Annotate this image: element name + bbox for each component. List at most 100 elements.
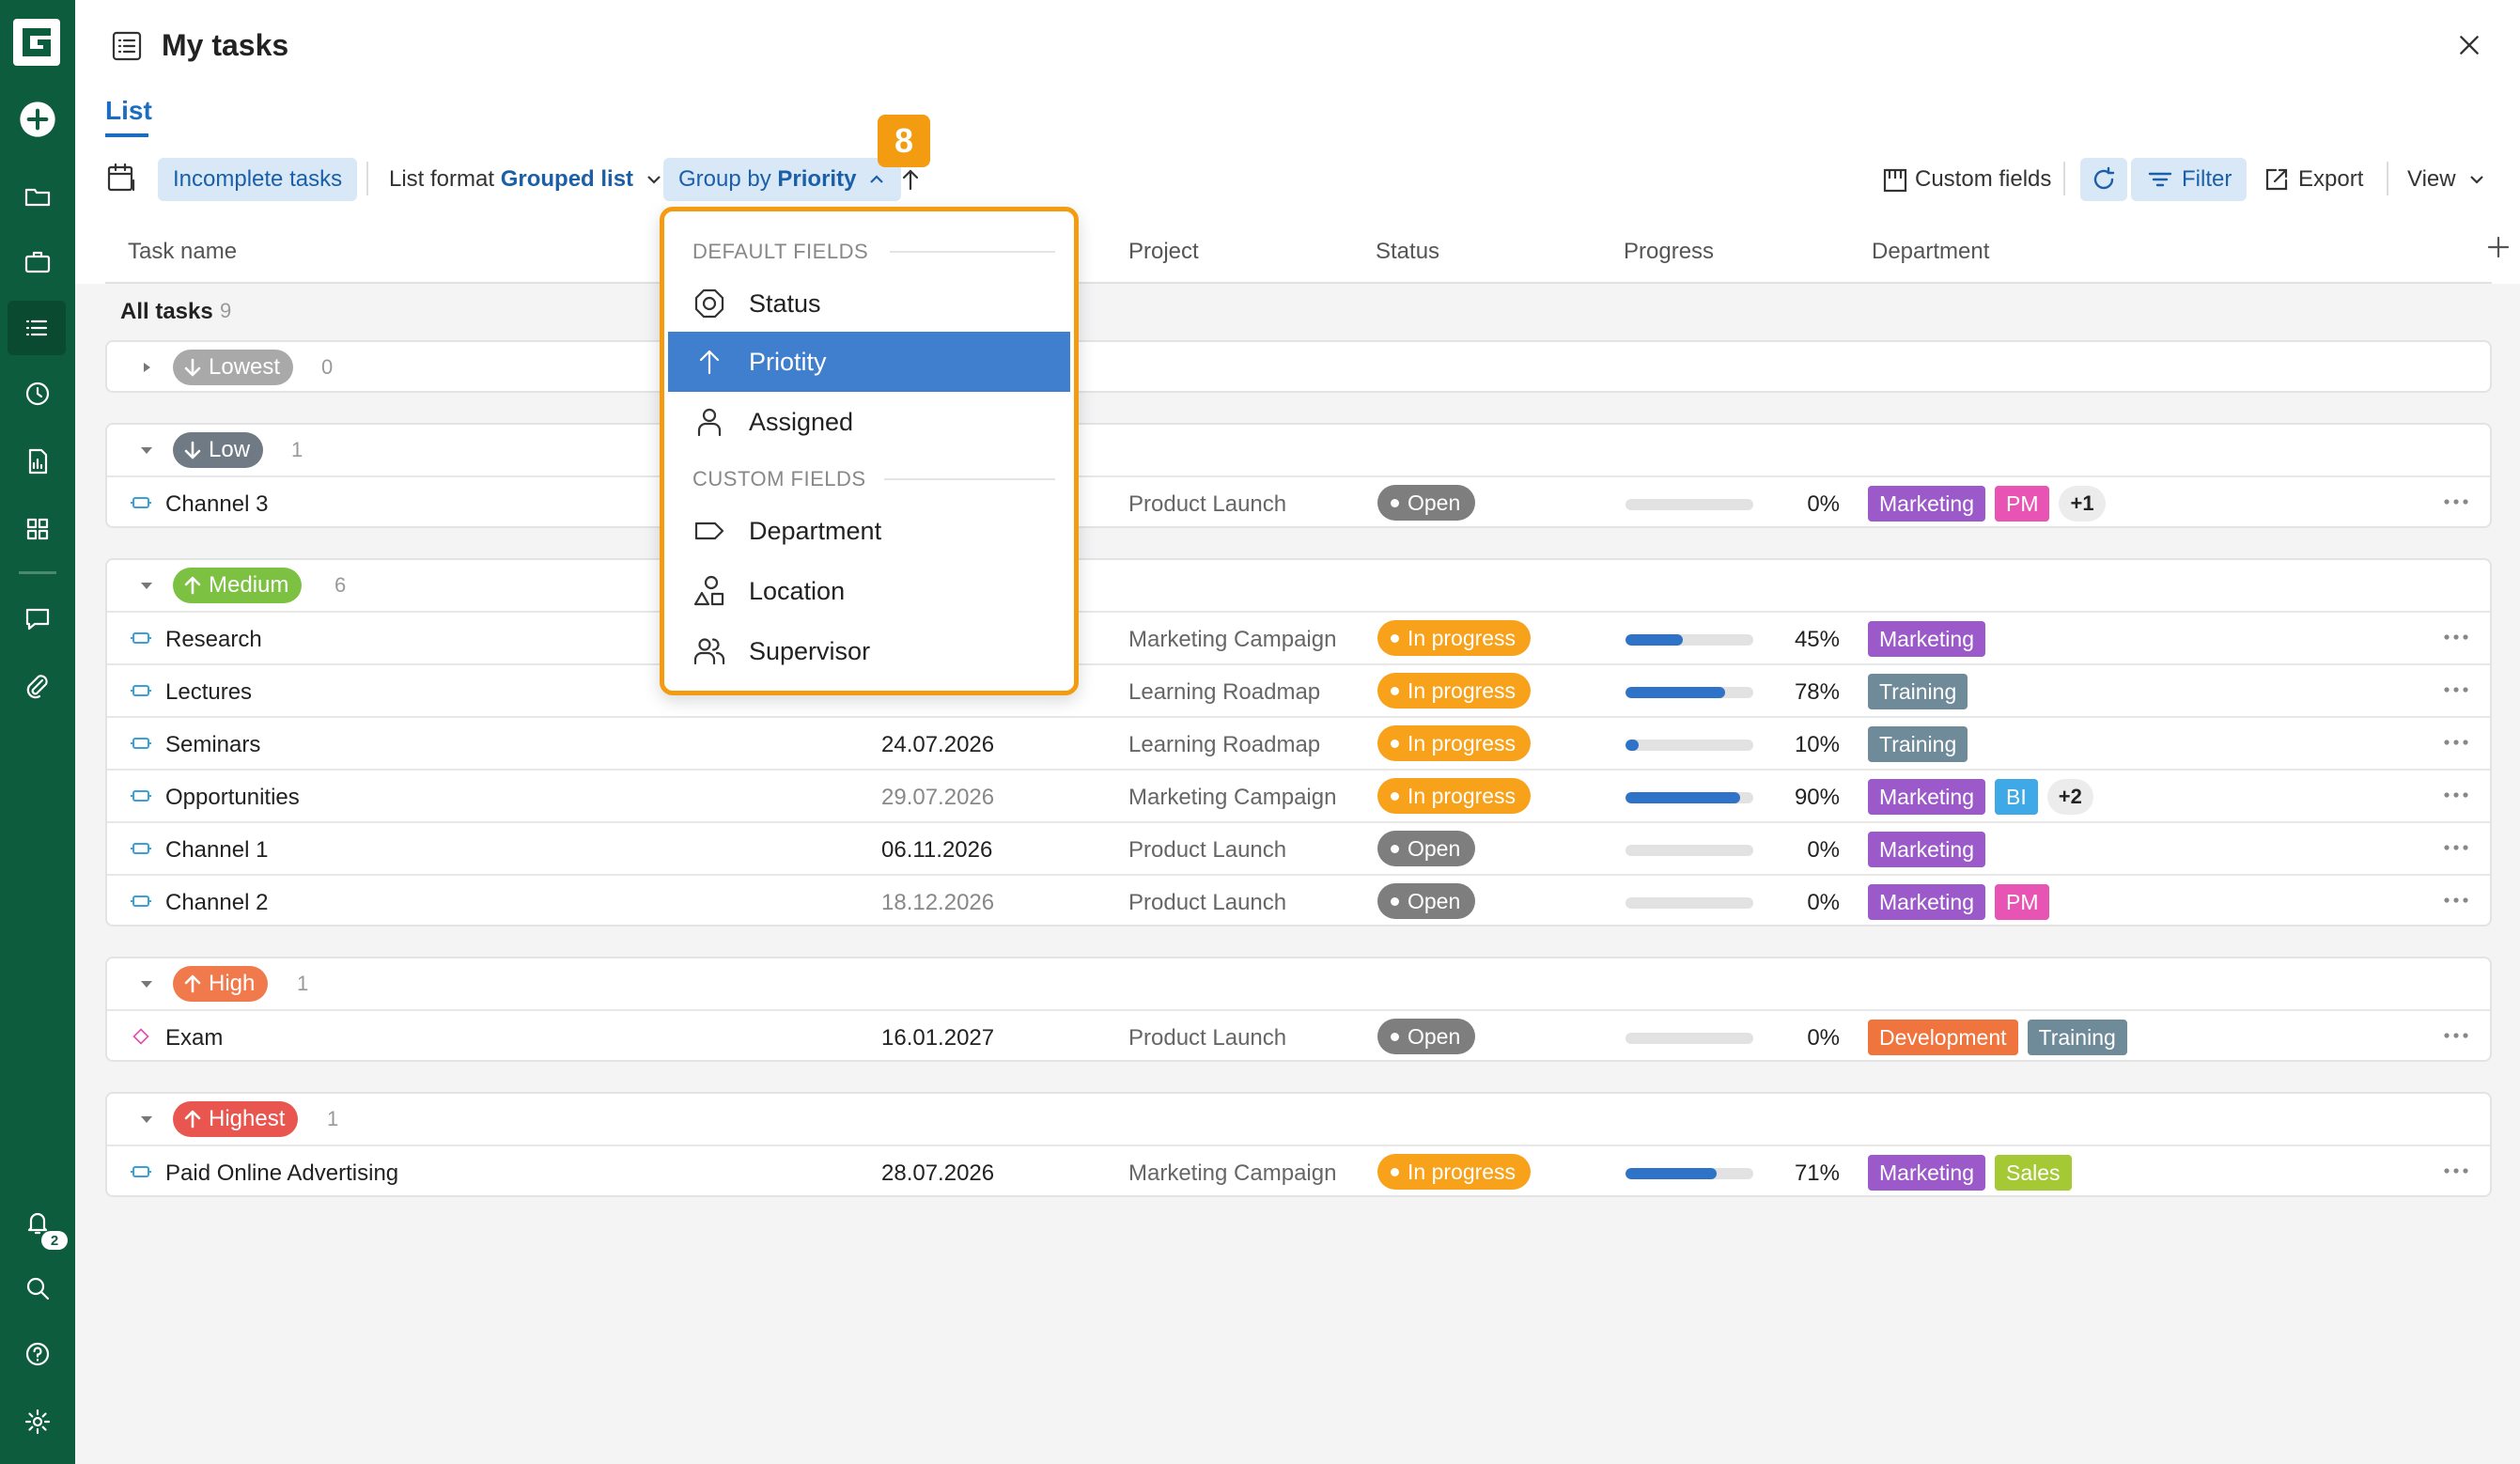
- menu-item-priority[interactable]: Priotity: [668, 332, 1070, 392]
- task-name[interactable]: Seminars: [165, 732, 260, 758]
- department-tag[interactable]: Training: [2027, 1020, 2127, 1055]
- more-options-icon[interactable]: [2437, 1160, 2475, 1182]
- task-row[interactable]: Paid Online Advertising 28.07.2026 Marke…: [107, 1145, 2490, 1197]
- gear-icon[interactable]: [0, 1394, 75, 1449]
- group-header[interactable]: Low 1: [107, 425, 2490, 475]
- status-pill[interactable]: Open: [1377, 485, 1476, 521]
- menu-item-supervisor[interactable]: Supervisor: [668, 621, 1070, 681]
- task-project[interactable]: Learning Roadmap: [1128, 732, 1320, 758]
- more-departments-badge[interactable]: +1: [2059, 486, 2106, 522]
- department-tag[interactable]: Development: [1868, 1020, 2018, 1055]
- status-pill[interactable]: Open: [1377, 883, 1476, 919]
- help-icon[interactable]: [0, 1327, 75, 1381]
- custom-fields-button[interactable]: Custom fields: [1881, 156, 2051, 203]
- task-name[interactable]: Channel 1: [165, 837, 268, 864]
- department-tag[interactable]: Training: [1868, 726, 1968, 762]
- more-options-icon[interactable]: [2437, 731, 2475, 754]
- group-header[interactable]: Highest 1: [107, 1094, 2490, 1145]
- folder-icon[interactable]: [0, 169, 75, 224]
- calendar-icon[interactable]: [105, 162, 137, 194]
- group-header[interactable]: Lowest 0: [107, 342, 2490, 393]
- department-tag[interactable]: Marketing: [1868, 832, 1985, 867]
- menu-item-status[interactable]: Status: [668, 273, 1070, 334]
- status-pill[interactable]: In progress: [1377, 778, 1532, 814]
- department-tag[interactable]: Marketing: [1868, 779, 1985, 815]
- add-icon[interactable]: [0, 92, 75, 147]
- column-progress[interactable]: Progress: [1624, 239, 1714, 265]
- column-department[interactable]: Department: [1872, 239, 1989, 265]
- department-tag[interactable]: Marketing: [1868, 621, 1985, 657]
- task-project[interactable]: Product Launch: [1128, 1025, 1286, 1051]
- department-tag[interactable]: PM: [1994, 486, 2050, 522]
- more-options-icon[interactable]: [2437, 1024, 2475, 1047]
- group-header[interactable]: High 1: [107, 958, 2490, 1009]
- apps-grid-icon[interactable]: [0, 502, 75, 556]
- more-options-icon[interactable]: [2437, 784, 2475, 806]
- add-column-icon[interactable]: [2484, 233, 2512, 261]
- column-status[interactable]: Status: [1376, 239, 1439, 265]
- more-departments-badge[interactable]: +2: [2046, 779, 2093, 815]
- caret-down-icon[interactable]: [137, 441, 156, 459]
- task-project[interactable]: Marketing Campaign: [1128, 627, 1336, 653]
- chat-icon[interactable]: [0, 592, 75, 646]
- report-icon[interactable]: [0, 434, 75, 489]
- group-header[interactable]: Medium 6: [107, 560, 2490, 611]
- tasks-list-icon[interactable]: [8, 301, 66, 355]
- tab-list[interactable]: List: [105, 96, 152, 126]
- task-row[interactable]: Channel 2 18.12.2026 Product Launch Open…: [107, 874, 2490, 927]
- caret-down-icon[interactable]: [137, 1110, 156, 1129]
- more-options-icon[interactable]: [2437, 889, 2475, 911]
- task-row[interactable]: Exam 16.01.2027 Product Launch Open 0% D…: [107, 1009, 2490, 1062]
- task-row[interactable]: Channel 3 Product Launch Open 0% Marketi…: [107, 475, 2490, 528]
- incomplete-tasks-filter-button[interactable]: Incomplete tasks: [158, 158, 358, 201]
- list-format-dropdown[interactable]: List format Grouped list: [389, 156, 663, 203]
- task-row[interactable]: Opportunities 29.07.2026 Marketing Campa…: [107, 769, 2490, 821]
- task-name[interactable]: Opportunities: [165, 785, 300, 811]
- task-project[interactable]: Marketing Campaign: [1128, 785, 1336, 811]
- caret-down-icon[interactable]: [137, 974, 156, 993]
- task-name[interactable]: Channel 3: [165, 491, 268, 518]
- task-name[interactable]: Paid Online Advertising: [165, 1160, 398, 1187]
- task-row[interactable]: Seminars 24.07.2026 Learning Roadmap In …: [107, 716, 2490, 769]
- department-tag[interactable]: Training: [1868, 674, 1968, 709]
- task-name[interactable]: Research: [165, 627, 262, 653]
- more-options-icon[interactable]: [2437, 491, 2475, 513]
- group-by-dropdown[interactable]: Group by Priority: [663, 158, 902, 201]
- department-tag[interactable]: BI: [1994, 779, 2038, 815]
- status-pill[interactable]: In progress: [1377, 673, 1532, 709]
- close-button[interactable]: [2452, 28, 2486, 62]
- caret-right-icon[interactable]: [137, 358, 156, 377]
- attachment-icon[interactable]: [0, 660, 75, 714]
- more-options-icon[interactable]: [2437, 678, 2475, 701]
- status-pill[interactable]: In progress: [1377, 1154, 1532, 1190]
- task-name[interactable]: Lectures: [165, 679, 252, 706]
- caret-down-icon[interactable]: [137, 576, 156, 595]
- menu-item-location[interactable]: Location: [668, 561, 1070, 621]
- refresh-button[interactable]: [2080, 158, 2127, 201]
- task-project[interactable]: Learning Roadmap: [1128, 679, 1320, 706]
- department-tag[interactable]: PM: [1994, 884, 2050, 920]
- sort-ascending-icon[interactable]: [896, 165, 925, 194]
- task-project[interactable]: Product Launch: [1128, 890, 1286, 916]
- status-pill[interactable]: In progress: [1377, 725, 1532, 761]
- task-project[interactable]: Marketing Campaign: [1128, 1160, 1336, 1187]
- task-name[interactable]: Channel 2: [165, 890, 268, 916]
- status-pill[interactable]: Open: [1377, 831, 1476, 866]
- task-row[interactable]: Research Marketing Campaign In progress …: [107, 611, 2490, 663]
- department-tag[interactable]: Sales: [1994, 1155, 2072, 1191]
- view-dropdown[interactable]: View: [2407, 156, 2486, 203]
- filter-button[interactable]: Filter: [2131, 158, 2248, 201]
- app-logo-icon[interactable]: [13, 19, 60, 66]
- status-pill[interactable]: Open: [1377, 1019, 1476, 1054]
- more-options-icon[interactable]: [2437, 626, 2475, 648]
- menu-item-assigned[interactable]: Assigned: [668, 392, 1070, 452]
- task-project[interactable]: Product Launch: [1128, 491, 1286, 518]
- clock-icon[interactable]: [0, 366, 75, 421]
- export-button[interactable]: Export: [2263, 156, 2363, 203]
- department-tag[interactable]: Marketing: [1868, 884, 1985, 920]
- task-project[interactable]: Product Launch: [1128, 837, 1286, 864]
- task-name[interactable]: Exam: [165, 1025, 223, 1051]
- task-row[interactable]: Channel 1 06.11.2026 Product Launch Open…: [107, 821, 2490, 874]
- search-icon[interactable]: [0, 1261, 75, 1316]
- department-tag[interactable]: Marketing: [1868, 1155, 1985, 1191]
